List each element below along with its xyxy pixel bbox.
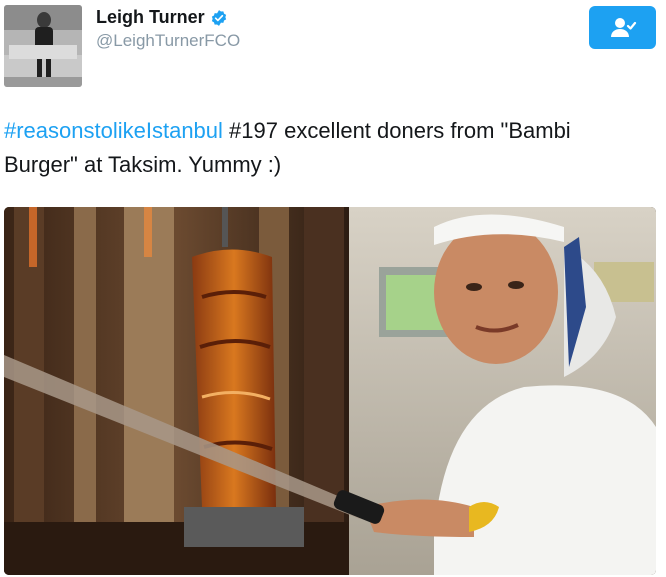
tweet-media-photo[interactable] (4, 207, 656, 575)
doner-photo (4, 207, 656, 575)
follow-button[interactable] (589, 6, 656, 49)
author-name-row[interactable]: Leigh Turner (96, 7, 228, 28)
verified-badge-icon (211, 9, 226, 26)
author-avatar[interactable] (4, 5, 82, 87)
avatar-photo (4, 5, 82, 87)
author-handle[interactable]: @LeighTurnerFCO (96, 31, 240, 51)
author-display-name[interactable]: Leigh Turner (96, 7, 205, 28)
tweet-text: #reasonstolikeIstanbul #197 excellent do… (4, 114, 644, 182)
hashtag-link[interactable]: #reasonstolikeIstanbul (4, 118, 223, 143)
follow-user-icon (610, 17, 636, 37)
